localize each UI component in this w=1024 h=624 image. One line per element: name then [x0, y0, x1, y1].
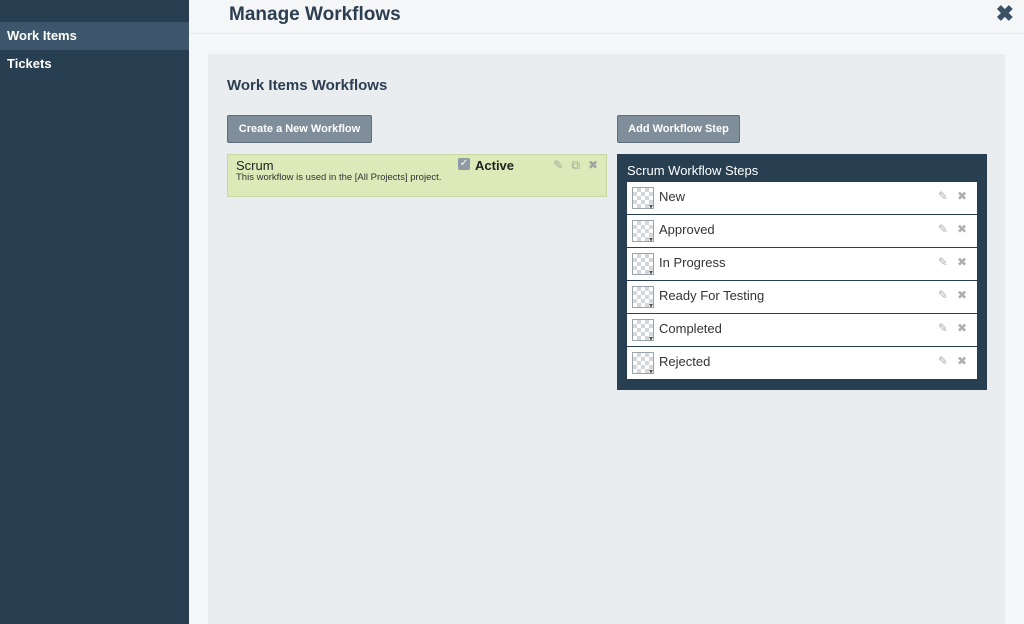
step-color-picker[interactable] — [632, 220, 654, 244]
workflow-description: This workflow is used in the [All Projec… — [236, 172, 442, 183]
workflow-name: Scrum — [236, 158, 274, 173]
step-color-picker[interactable] — [632, 319, 654, 343]
step-list: New ✎ ✖ Approved ✎ ✖ In Progress ✎ ✖ Ready … — [627, 182, 977, 380]
step-row[interactable]: Approved ✎ ✖ — [627, 215, 977, 247]
delete-icon[interactable]: ✖ — [957, 321, 967, 335]
sidebar: Work Items Tickets — [0, 0, 189, 624]
delete-icon[interactable]: ✖ — [957, 222, 967, 236]
section-title: Work Items Workflows — [227, 77, 388, 94]
sidebar-item-work-items[interactable]: Work Items — [0, 22, 189, 50]
step-label: New — [659, 189, 686, 204]
step-label: Completed — [659, 321, 722, 336]
steps-title: Scrum Workflow Steps — [627, 163, 759, 178]
step-row[interactable]: Ready For Testing ✎ ✖ — [627, 281, 977, 313]
edit-icon[interactable]: ✎ — [553, 158, 563, 172]
edit-icon[interactable]: ✎ — [938, 321, 948, 335]
page-title: Manage Workflows — [229, 4, 401, 25]
delete-icon[interactable]: ✖ — [957, 255, 967, 269]
step-row[interactable]: Completed ✎ ✖ — [627, 314, 977, 346]
active-label: Active — [475, 158, 515, 173]
create-workflow-button[interactable]: Create a New Workflow — [227, 115, 372, 143]
copy-icon[interactable]: ⧉ — [571, 158, 580, 172]
step-color-picker[interactable] — [632, 253, 654, 277]
workflow-card[interactable]: Scrum This workflow is used in the [All … — [227, 154, 607, 197]
delete-icon[interactable]: ✖ — [957, 354, 967, 368]
workflow-steps-panel: Scrum Workflow Steps New ✎ ✖ Approved ✎ ✖ … — [617, 154, 987, 390]
edit-icon[interactable]: ✎ — [938, 189, 948, 203]
header: Manage Workflows ✖ — [189, 0, 1024, 34]
workflow-actions: ✎ ⧉ ✖ — [553, 158, 598, 172]
step-label: Ready For Testing — [659, 288, 765, 303]
edit-icon[interactable]: ✎ — [938, 354, 948, 368]
sidebar-item-tickets[interactable]: Tickets — [0, 50, 189, 78]
step-label: Approved — [659, 222, 715, 237]
step-color-picker[interactable] — [632, 286, 654, 310]
close-icon[interactable]: ✖ — [996, 3, 1014, 25]
edit-icon[interactable]: ✎ — [938, 255, 948, 269]
delete-icon[interactable]: ✖ — [957, 288, 967, 302]
step-label: In Progress — [659, 255, 726, 270]
delete-icon[interactable]: ✖ — [957, 189, 967, 203]
step-color-picker[interactable] — [632, 187, 654, 211]
active-checkbox[interactable]: ✓ — [458, 158, 470, 170]
add-workflow-step-button[interactable]: Add Workflow Step — [617, 115, 740, 143]
edit-icon[interactable]: ✎ — [938, 288, 948, 302]
step-row[interactable]: Rejected ✎ ✖ — [627, 347, 977, 379]
edit-icon[interactable]: ✎ — [938, 222, 948, 236]
step-row[interactable]: In Progress ✎ ✖ — [627, 248, 977, 280]
step-color-picker[interactable] — [632, 352, 654, 376]
step-row[interactable]: New ✎ ✖ — [627, 182, 977, 214]
main-panel: Work Items Workflows Create a New Workfl… — [208, 54, 1005, 624]
step-label: Rejected — [659, 354, 711, 369]
delete-icon[interactable]: ✖ — [588, 158, 598, 172]
